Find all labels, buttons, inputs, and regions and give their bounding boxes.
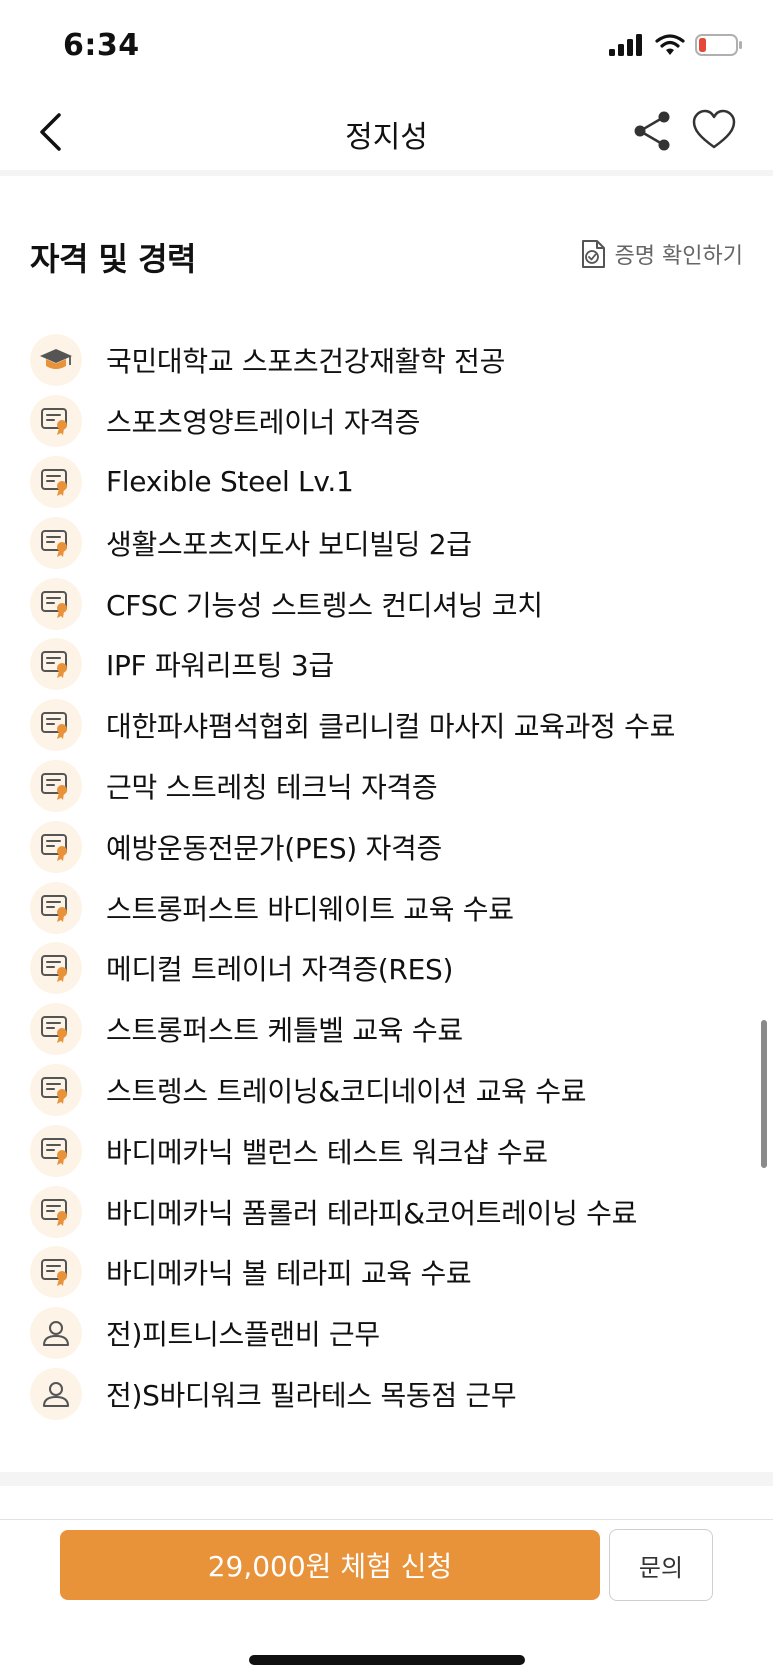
certificate-icon	[30, 638, 82, 691]
section-title: 자격 및 경력	[30, 240, 196, 278]
certificate-icon	[30, 395, 82, 448]
credential-text: 바디메카닉 폼롤러 테라피&코어트레이닝 수료	[106, 1196, 638, 1230]
credential-item-certificate: IPF 파워리프팅 3급	[30, 634, 750, 695]
certificate-icon	[30, 759, 82, 812]
status-time: 6:34	[63, 28, 140, 63]
home-indicator	[249, 1655, 525, 1665]
certificate-icon	[30, 881, 82, 934]
certificate-icon	[30, 577, 82, 630]
credential-text: 스트롱퍼스트 바디웨이트 교육 수료	[106, 892, 514, 926]
status-icons	[609, 33, 743, 57]
credential-text: 스포츠영양트레이너 자격증	[106, 406, 421, 440]
credential-text: IPF 파워리프팅 3급	[106, 649, 334, 683]
certificate-icon	[30, 1003, 82, 1056]
certificate-icon	[30, 1246, 82, 1299]
credential-item-certificate: 예방운동전문가(PES) 자격증	[30, 816, 750, 877]
certificate-icon	[30, 820, 82, 873]
credential-text: 예방운동전문가(PES) 자격증	[106, 831, 442, 865]
proof-link-label: 증명 확인하기	[614, 244, 743, 269]
credential-item-certificate: 생활스포츠지도사 보디빌딩 2급	[30, 512, 750, 573]
certificate-icon	[30, 516, 82, 569]
credential-item-certificate: 스트롱퍼스트 바디웨이트 교육 수료	[30, 877, 750, 938]
credential-item-career: 전)S바디워크 필라테스 목동점 근무	[30, 1364, 750, 1425]
signal-icon	[609, 34, 642, 56]
credential-item-certificate: 바디메카닉 밸런스 테스트 워크샵 수료	[30, 1120, 750, 1181]
scrollbar[interactable]	[761, 1020, 767, 1168]
credential-item-certificate: 근막 스트레칭 테크닉 자격증	[30, 756, 750, 817]
credential-item-certificate: 스트렝스 트레이닝&코디네이션 교육 수료	[30, 1060, 750, 1121]
heart-icon	[692, 109, 736, 149]
share-icon	[634, 111, 670, 151]
credential-item-certificate: 스트롱퍼스트 케틀벨 교육 수료	[30, 999, 750, 1060]
inquiry-button[interactable]: 문의	[609, 1529, 713, 1601]
credential-item-certificate: 바디메카닉 폼롤러 테라피&코어트레이닝 수료	[30, 1181, 750, 1242]
credential-item-certificate: 스포츠영양트레이너 자격증	[30, 391, 750, 452]
credential-text: 근막 스트레칭 테크닉 자격증	[106, 770, 438, 804]
certificate-icon	[30, 942, 82, 995]
like-button[interactable]	[690, 106, 738, 154]
credential-item-education: 국민대학교 스포츠건강재활학 전공	[30, 330, 750, 391]
certificate-icon	[30, 1124, 82, 1177]
credential-text: 스트렝스 트레이닝&코디네이션 교육 수료	[106, 1074, 587, 1108]
share-button[interactable]	[630, 108, 676, 154]
credential-item-certificate: Flexible Steel Lv.1	[30, 452, 750, 513]
credential-item-certificate: 대한파샤폄석협회 클리니컬 마사지 교육과정 수료	[30, 695, 750, 756]
bottom-action-bar: 29,000원 체험 신청 문의	[0, 1519, 773, 1673]
proof-link[interactable]: 증명 확인하기	[579, 238, 743, 270]
credential-text: 국민대학교 스포츠건강재활학 전공	[106, 345, 506, 379]
credential-text: 바디메카닉 밸런스 테스트 워크샵 수료	[106, 1135, 548, 1169]
graduation-cap-icon	[30, 334, 82, 387]
nav-bar: 정지성	[0, 92, 773, 172]
verified-document-icon	[581, 240, 605, 268]
credential-item-certificate: CFSC 기능성 스트렝스 컨디셔닝 코치	[30, 573, 750, 634]
credential-text: Flexible Steel Lv.1	[106, 465, 354, 499]
apply-trial-button[interactable]: 29,000원 체험 신청	[60, 1530, 600, 1600]
credential-text: 전)S바디워크 필라테스 목동점 근무	[106, 1378, 517, 1412]
credential-text: 대한파샤폄석협회 클리니컬 마사지 교육과정 수료	[106, 710, 676, 744]
battery-low-icon	[695, 34, 742, 56]
certificate-icon	[30, 455, 82, 508]
certificate-icon	[30, 699, 82, 752]
credential-item-certificate: 메디컬 트레이너 자격증(RES)	[30, 938, 750, 999]
credential-text: 생활스포츠지도사 보디빌딩 2급	[106, 527, 472, 561]
credential-item-certificate: 바디메카닉 볼 테라피 교육 수료	[30, 1242, 750, 1303]
credential-text: 전)피트니스플랜비 근무	[106, 1318, 380, 1352]
credential-text: CFSC 기능성 스트렝스 컨디셔닝 코치	[106, 588, 543, 622]
certificate-icon	[30, 1063, 82, 1116]
credential-list: 국민대학교 스포츠건강재활학 전공스포츠영양트레이너 자격증 Flexible S…	[30, 330, 750, 1424]
section-divider	[0, 1472, 773, 1486]
wifi-icon	[655, 34, 685, 55]
certificate-icon	[30, 1185, 82, 1238]
credential-text: 메디컬 트레이너 자격증(RES)	[106, 953, 454, 987]
person-icon	[30, 1307, 82, 1360]
credential-item-career: 전)피트니스플랜비 근무	[30, 1303, 750, 1364]
credential-text: 스트롱퍼스트 케틀벨 교육 수료	[106, 1014, 463, 1048]
person-icon	[30, 1367, 82, 1420]
credential-text: 바디메카닉 볼 테라피 교육 수료	[106, 1257, 472, 1291]
status-bar: 6:34	[0, 0, 773, 92]
header-divider	[0, 170, 773, 176]
